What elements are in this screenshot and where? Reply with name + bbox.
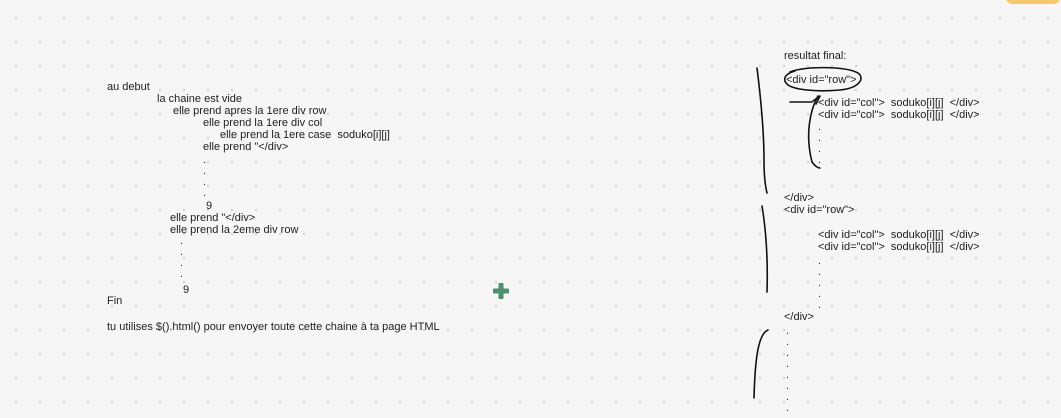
ellipsis-dots: . . . . . xyxy=(818,255,822,311)
bracket-line xyxy=(753,329,769,399)
ink-annotations xyxy=(753,66,862,399)
ellipsis-dots: . . . . xyxy=(180,235,184,280)
row-open-2: <div id="row"> xyxy=(784,204,855,216)
plus-icon[interactable] xyxy=(492,282,510,300)
row-open-1: <div id="row"> xyxy=(786,74,857,86)
note-chaine-vide: la chaine est vide xyxy=(157,93,242,105)
row-close-2: </div> xyxy=(784,311,814,323)
note-au-debut: au debut xyxy=(107,81,150,93)
note-nine-1: 9 xyxy=(206,200,213,212)
note-prend-case: elle prend la 1ere case soduko[i][j] xyxy=(220,129,390,141)
bracket-line xyxy=(761,205,769,293)
note-prend-div-col: elle prend la 1ere div col xyxy=(203,117,323,129)
result-title: resultat final: xyxy=(784,50,847,62)
whiteboard-canvas[interactable]: au debut la chaine est vide elle prend a… xyxy=(0,0,1061,418)
ellipsis-dots: . . . . xyxy=(203,154,207,199)
col-line-1a: <div id="col"> soduko[i][j] </div> xyxy=(818,97,980,109)
col-line-1b: <div id="col"> soduko[i][j] </div> xyxy=(818,109,980,121)
note-prend-close-2: elle prend "</div> xyxy=(170,212,256,224)
ellipsis-dots: . . . . . . . . xyxy=(786,325,790,414)
note-html: tu utilises $().html() pour envoyer tout… xyxy=(107,321,440,333)
col-line-2a: <div id="col"> soduko[i][j] </div> xyxy=(818,229,980,241)
corner-tab[interactable] xyxy=(1005,0,1061,4)
note-prend-close-1: elle prend "</div> xyxy=(203,141,289,153)
note-prend-2eme-row: elle prend la 2eme div row xyxy=(170,224,299,236)
ellipsis-dots: . . . . xyxy=(818,121,822,166)
row-close-1: </div> xyxy=(784,192,814,204)
note-prend-div-row: elle prend apres la 1ere div row xyxy=(173,105,327,117)
note-nine-2: 9 xyxy=(183,284,190,296)
col-line-2b: <div id="col"> soduko[i][j] </div> xyxy=(818,241,980,253)
note-fin: Fin xyxy=(107,295,123,307)
bracket-line xyxy=(756,67,768,194)
